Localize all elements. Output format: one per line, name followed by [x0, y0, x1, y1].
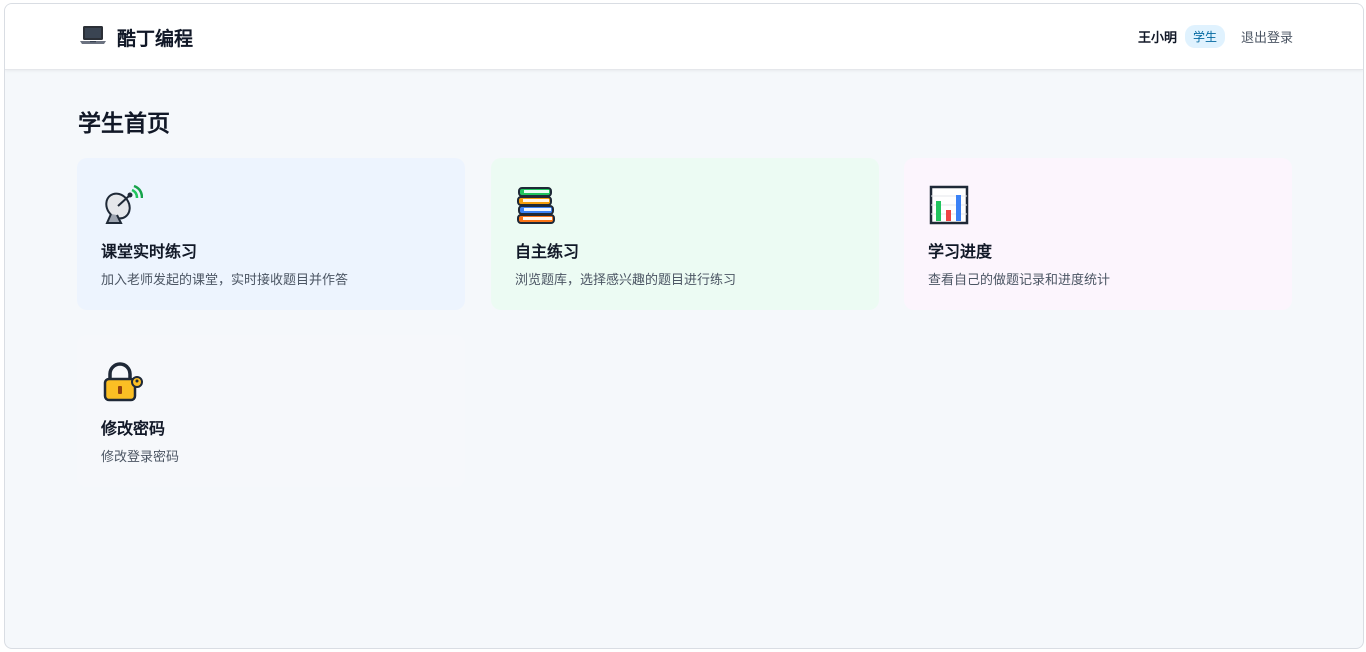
- card-description: 浏览题库，选择感兴趣的题目进行练习: [515, 273, 737, 288]
- user-area: 王小明 学生 退出登录: [1138, 24, 1293, 48]
- books-icon: [515, 184, 557, 226]
- card-description: 修改登录密码: [101, 450, 180, 465]
- satellite-dish-icon: [101, 184, 144, 226]
- card-self-practice[interactable]: 自主练习 浏览题库，选择感兴趣的题目进行练习: [491, 158, 879, 310]
- card-title: 修改密码: [101, 419, 166, 438]
- user-name: 王小明: [1137, 30, 1177, 46]
- logout-link[interactable]: 退出登录: [1241, 27, 1293, 46]
- brand[interactable]: 酷丁编程: [79, 23, 193, 51]
- role-badge: 学生: [1184, 24, 1225, 48]
- lock-key-icon: [101, 361, 143, 403]
- app-window: 酷丁编程 王小明 学生 退出登录 学生首页 课堂实时练习 加入老师发起的课堂，实…: [4, 3, 1364, 649]
- card-classroom-practice[interactable]: 课堂实时练习 加入老师发起的课堂，实时接收题目并作答: [77, 158, 465, 310]
- top-header: 酷丁编程 王小明 学生 退出登录: [5, 4, 1363, 70]
- page-title: 学生首页: [78, 111, 170, 137]
- brand-title: 酷丁编程: [117, 27, 194, 50]
- card-title: 自主练习: [515, 242, 580, 261]
- card-learning-progress[interactable]: 学习进度 查看自己的做题记录和进度统计: [904, 158, 1292, 310]
- laptop-icon: [79, 23, 107, 51]
- card-title: 学习进度: [928, 242, 993, 261]
- card-change-password[interactable]: 修改密码 修改登录密码: [77, 335, 465, 487]
- card-title: 课堂实时练习: [101, 242, 198, 261]
- bar-chart-icon: [928, 184, 970, 226]
- card-description: 查看自己的做题记录和进度统计: [928, 273, 1111, 288]
- card-description: 加入老师发起的课堂，实时接收题目并作答: [101, 273, 349, 288]
